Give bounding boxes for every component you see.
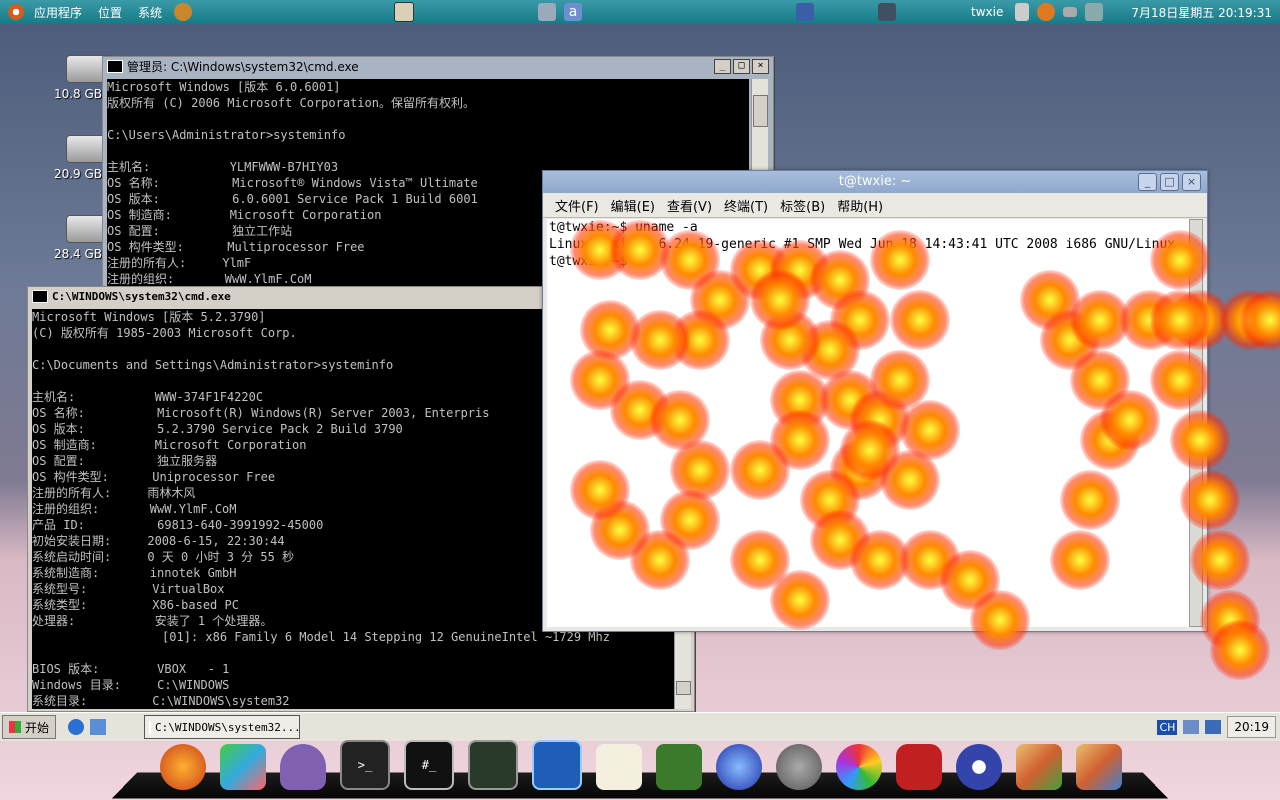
menu-places[interactable]: 位置	[90, 4, 130, 21]
panel-clock[interactable]: 7月18日星期五 20:19:31	[1131, 4, 1272, 21]
start-label: 开始	[25, 720, 50, 735]
network-manager-icon[interactable]	[878, 3, 897, 21]
taskbar-item-cmd[interactable]: C:\WINDOWS\system32...	[144, 715, 301, 739]
books-icon[interactable]	[656, 744, 702, 790]
tray-network-icon[interactable]	[1183, 720, 1200, 734]
panel-username[interactable]: twxie	[971, 5, 1003, 19]
fire-glow-spot	[1210, 620, 1270, 680]
system-tray: CH 20:19	[1157, 716, 1276, 738]
minimize-button[interactable]: _	[1138, 173, 1157, 191]
terminal-line: t@twxie:~$ uname -a	[549, 220, 698, 235]
close-button[interactable]: ×	[1182, 173, 1201, 191]
fire-glow-spot	[1220, 290, 1280, 350]
network-icon[interactable]	[1085, 3, 1104, 21]
volume-icon[interactable]	[1015, 3, 1030, 21]
terminal-icon[interactable]: >_	[340, 740, 390, 790]
terminal-title: t@twxie: ~	[838, 174, 912, 189]
minimize-button[interactable]: _	[714, 59, 731, 74]
printer-icon[interactable]	[538, 3, 557, 21]
cmd-icon	[32, 289, 48, 303]
terminal-alt-icon[interactable]: #_	[404, 740, 454, 790]
guest-taskbar: 开始 C:\WINDOWS\system32... CH 20:19	[0, 712, 1280, 741]
close-button[interactable]: ×	[752, 59, 769, 74]
image-viewer-alt-icon[interactable]	[1076, 744, 1122, 790]
terminal-console[interactable]: t@twxie:~$ uname -a Linux twxie 2.6.24-1…	[547, 219, 1189, 627]
console-line: Windows 目录: C:\WINDOWS	[32, 678, 230, 692]
dock: >_ #_	[160, 740, 1122, 790]
console-line: 系统目录: C:\WINDOWS\system32	[32, 694, 290, 708]
menu-tabs[interactable]: 标签(B)	[774, 196, 831, 215]
console-line: C:\Users\Administrator>systeminfo	[107, 128, 346, 142]
show-desktop-icon[interactable]	[90, 719, 107, 735]
console-line: BIOS 版本: VBOX - 1	[32, 662, 230, 676]
maximize-button[interactable]: □	[1160, 173, 1179, 191]
image-viewer-icon[interactable]	[1016, 744, 1062, 790]
settings-gear-icon[interactable]	[776, 744, 822, 790]
telephone-icon[interactable]	[896, 744, 942, 790]
windows-flag-icon	[9, 721, 21, 733]
console-line: 版权所有 (C) 2006 Microsoft Corporation。保留所有…	[107, 96, 475, 110]
menu-applications[interactable]: 应用程序	[26, 4, 90, 21]
terminal-titlebar[interactable]: t@twxie: ~ _ □ ×	[543, 171, 1207, 193]
globe-icon[interactable]	[716, 744, 762, 790]
terminal-menubar: 文件(F) 编辑(E) 查看(V) 终端(T) 标签(B) 帮助(H)	[543, 193, 1207, 218]
firefox-icon[interactable]	[160, 744, 206, 790]
start-button[interactable]: 开始	[2, 715, 57, 739]
fire-glow-spot	[1240, 290, 1280, 350]
guest-clock[interactable]: 20:19	[1227, 716, 1276, 738]
logout-icon[interactable]	[956, 744, 1002, 790]
snail-icon[interactable]	[174, 3, 193, 21]
taskbar-item-label: C:\WINDOWS\system32...	[155, 720, 301, 734]
battery-icon[interactable]	[1063, 7, 1078, 17]
scroll-thumb[interactable]	[676, 681, 691, 695]
update-gear-icon[interactable]	[1037, 3, 1056, 21]
language-indicator[interactable]: CH	[1157, 719, 1178, 735]
activity-graph-icon[interactable]	[532, 740, 582, 790]
notes-icon[interactable]	[796, 3, 815, 21]
vista-cmd-titlebar[interactable]: 管理员: C:\Windows\system32\cmd.exe	[103, 57, 773, 75]
console-line: Microsoft Windows [版本 6.0.6001]	[107, 80, 341, 94]
fire-glow-spot	[1200, 590, 1260, 650]
vista-cmd-title: 管理员: C:\Windows\system32\cmd.exe	[127, 59, 359, 74]
screenlets-icon[interactable]	[220, 744, 266, 790]
menu-help[interactable]: 帮助(H)	[831, 196, 889, 215]
ubuntu-logo-icon[interactable]	[8, 4, 24, 20]
menu-edit[interactable]: 编辑(E)	[605, 196, 661, 215]
terminal-line: Linux twxie 2.6.24-19-generic #1 SMP Wed…	[549, 237, 1176, 252]
xp-cmd-title: C:\WINDOWS\system32\cmd.exe	[52, 289, 231, 303]
text-editor-icon[interactable]	[596, 744, 642, 790]
menu-terminal[interactable]: 终端(T)	[718, 196, 774, 215]
terminal-line: t@twxie:~$	[549, 254, 636, 269]
ie-icon[interactable]	[68, 719, 85, 735]
terminal-scrollbar[interactable]	[1189, 219, 1203, 627]
system-monitor-icon[interactable]	[468, 740, 518, 790]
workspace-switcher-icon[interactable]	[394, 2, 415, 22]
top-panel: 应用程序 位置 系统 a twxie 7月18日星期五 20:19:31	[0, 0, 1280, 24]
dictionary-icon[interactable]: a	[564, 3, 583, 21]
tray-monitor-icon[interactable]	[1205, 720, 1222, 734]
gnome-terminal-window[interactable]: t@twxie: ~ _ □ × 文件(F) 编辑(E) 查看(V) 终端(T)…	[542, 170, 1208, 632]
cmd-icon	[149, 720, 152, 734]
picasa-icon[interactable]	[836, 744, 882, 790]
cmd-icon	[107, 59, 123, 73]
menu-file[interactable]: 文件(F)	[549, 196, 605, 215]
maximize-button[interactable]: □	[733, 59, 750, 74]
menu-view[interactable]: 查看(V)	[661, 196, 718, 215]
pidgin-icon[interactable]	[280, 744, 326, 790]
menu-system[interactable]: 系统	[130, 4, 170, 21]
scroll-thumb[interactable]	[753, 95, 768, 127]
